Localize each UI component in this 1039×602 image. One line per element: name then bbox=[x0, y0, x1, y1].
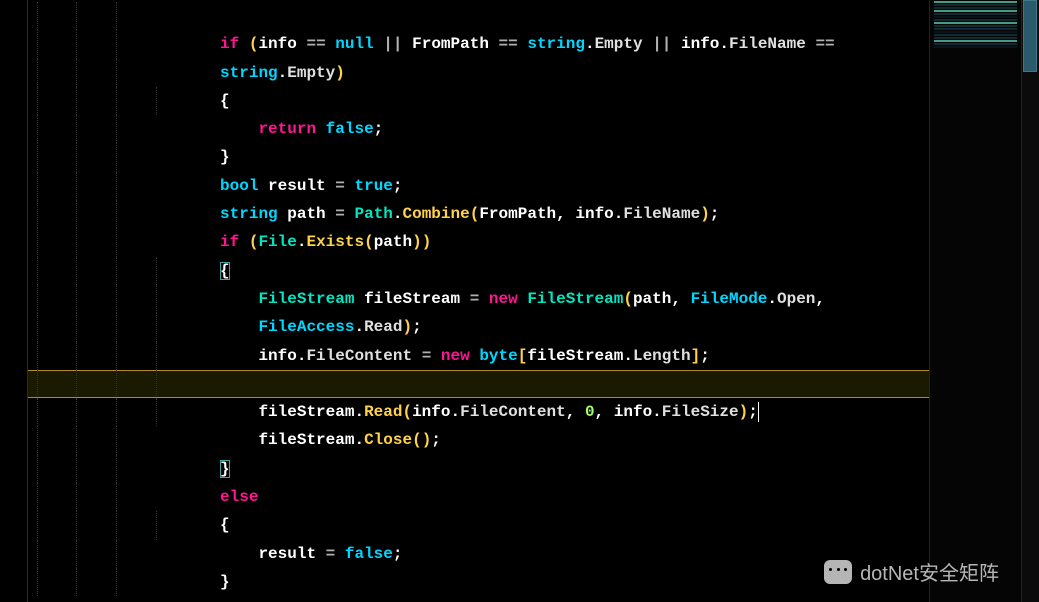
code-line: info.FileSize = Convert.ToInt32(fileStre… bbox=[28, 342, 929, 370]
code-line: string path = Path.Combine(FromPath, inf… bbox=[28, 172, 929, 200]
code-line: info.FileContent = new byte[fileStream.L… bbox=[28, 313, 929, 341]
code-line: return false; bbox=[28, 87, 929, 115]
code-editor[interactable]: if (info == null || FromPath == string.E… bbox=[0, 0, 1039, 602]
code-line: if (info == null || FromPath == string.E… bbox=[28, 2, 929, 30]
code-line: else bbox=[28, 455, 929, 483]
code-line: } bbox=[28, 540, 929, 568]
code-line-current: fileStream.Read(info.FileContent, 0, inf… bbox=[28, 370, 929, 398]
code-line: string.Empty) bbox=[28, 30, 929, 58]
code-line: fileStream.Close(); bbox=[28, 398, 929, 426]
code-line: { bbox=[28, 228, 929, 256]
code-line: result = false; bbox=[28, 511, 929, 539]
minimap[interactable] bbox=[929, 0, 1021, 602]
code-line: FileStream fileStream = new FileStream(p… bbox=[28, 257, 929, 285]
scrollbar-thumb[interactable] bbox=[1023, 0, 1037, 72]
code-line: } bbox=[28, 115, 929, 143]
vertical-scrollbar[interactable] bbox=[1021, 0, 1039, 602]
line-number-gutter bbox=[0, 0, 28, 602]
code-text-area[interactable]: if (info == null || FromPath == string.E… bbox=[28, 0, 929, 602]
code-line: bool result = true; bbox=[28, 143, 929, 171]
code-line: if (File.Exists(path)) bbox=[28, 200, 929, 228]
code-line: } bbox=[28, 426, 929, 454]
code-line: { bbox=[28, 483, 929, 511]
code-line: FileAccess.Read); bbox=[28, 285, 929, 313]
code-line: { bbox=[28, 59, 929, 87]
code-line: return result; bbox=[28, 568, 929, 596]
